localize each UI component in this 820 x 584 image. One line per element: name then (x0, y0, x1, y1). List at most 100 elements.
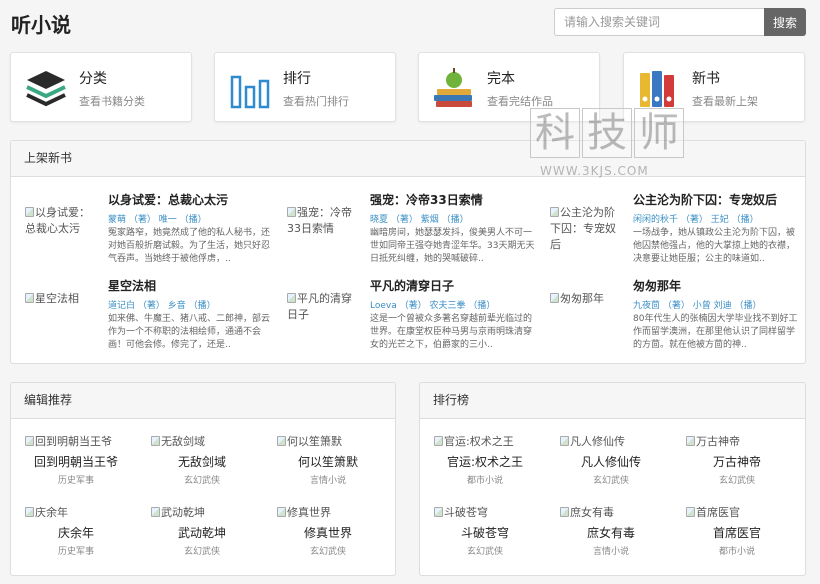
book-title[interactable]: 首席医官 (682, 524, 792, 541)
book-cover-image[interactable]: 庆余年 (21, 504, 131, 522)
recommend-item[interactable]: 无敌剑域 无敌剑域 玄幻武侠 (147, 433, 257, 497)
book-cover-image[interactable]: 何以笙箫默 (273, 433, 383, 451)
broken-image-icon (550, 293, 559, 303)
book-title[interactable]: 何以笙箫默 (273, 453, 383, 470)
broken-image-icon (25, 436, 34, 446)
ranking-panel: 排行榜 官运:权术之王 官运:权术之王 都市小说 凡人修仙传 凡人修仙传 玄幻武… (419, 382, 806, 576)
book-cover-image[interactable]: 匆匆那年 (550, 291, 624, 351)
book-item[interactable]: 公主沦为阶下囚：专宠奴后 公主沦为阶下囚：专宠奴后 闲闲的秋千 （著） 王妃 （… (550, 191, 805, 271)
broken-image-icon (25, 507, 34, 517)
books-apple-icon (434, 68, 472, 107)
book-title[interactable]: 官运:权术之王 (430, 453, 540, 470)
broken-image-icon (434, 507, 443, 517)
book-info: 公主沦为阶下囚：专宠奴后 闲闲的秋千 （著） 王妃 （播） 一场战争，她从镇政公… (633, 191, 803, 266)
book-cover-image[interactable]: 以身试爱：总裁心太污 (25, 205, 99, 265)
book-title[interactable]: 庆余年 (21, 524, 131, 541)
book-title[interactable]: 凡人修仙传 (556, 453, 666, 470)
broken-image-icon (560, 436, 569, 446)
book-info: 匆匆那年 九夜茴 （著） 小曾 刘迪 （播） 80年代生人的张楠因大学毕业找不到… (633, 277, 803, 352)
broken-image-icon (277, 436, 286, 446)
book-cover-image[interactable]: 庶女有毒 (556, 504, 666, 522)
book-author[interactable]: 蒙萌 （著） 唯一 （播） (108, 212, 278, 225)
book-cover-image[interactable]: 首席医官 (682, 504, 792, 522)
book-category: 玄幻武侠 (592, 476, 629, 486)
ranking-item[interactable]: 万古神帝 万古神帝 玄幻武侠 (682, 433, 792, 497)
book-cover-image[interactable]: 平凡的清穿日子 (287, 291, 361, 351)
book-cover-image[interactable]: 星空法相 (25, 291, 99, 351)
recommend-item[interactable]: 修真世界 修真世界 玄幻武侠 (273, 504, 383, 568)
book-title[interactable]: 斗破苍穹 (430, 524, 540, 541)
book-cover-image[interactable]: 万古神帝 (682, 433, 792, 451)
broken-image-icon (550, 207, 559, 217)
book-title[interactable]: 武动乾坤 (147, 524, 257, 541)
book-cover-image[interactable]: 斗破苍穹 (430, 504, 540, 522)
recommend-item[interactable]: 武动乾坤 武动乾坤 玄幻武侠 (147, 504, 257, 568)
ranking-item[interactable]: 官运:权术之王 官运:权术之王 都市小说 (430, 433, 540, 497)
book-description: 80年代生人的张楠因大学毕业找不到好工作而留学澳洲，在那里他认识了同样留学的方茴… (633, 314, 798, 350)
ranking-item[interactable]: 首席医官 首席医官 都市小说 (682, 504, 792, 568)
book-cover-image[interactable]: 公主沦为阶下囚：专宠奴后 (550, 205, 624, 265)
book-item[interactable]: 匆匆那年 匆匆那年 九夜茴 （著） 小曾 刘迪 （播） 80年代生人的张楠因大学… (550, 277, 805, 357)
ranking-item[interactable]: 斗破苍穹 斗破苍穹 玄幻武侠 (430, 504, 540, 568)
recommend-item[interactable]: 何以笙箫默 何以笙箫默 言情小说 (273, 433, 383, 497)
nav-card-new[interactable]: 新书 查看最新上架 (623, 52, 805, 122)
panel-heading: 编辑推荐 (11, 383, 395, 419)
ranking-item[interactable]: 庶女有毒 庶女有毒 言情小说 (556, 504, 666, 568)
book-category: 言情小说 (309, 476, 346, 486)
book-cover-image[interactable]: 回到明朝当王爷 (21, 433, 131, 451)
book-category: 历史军事 (57, 547, 94, 557)
ranking-item[interactable]: 凡人修仙传 凡人修仙传 玄幻武侠 (556, 433, 666, 497)
book-title[interactable]: 庶女有毒 (556, 524, 666, 541)
book-cover-image[interactable]: 凡人修仙传 (556, 433, 666, 451)
nav-card-title: 分类 (79, 71, 107, 87)
broken-image-icon (151, 436, 160, 446)
broken-image-icon (686, 436, 695, 446)
book-cover-image[interactable]: 官运:权术之王 (430, 433, 540, 451)
book-cover-image[interactable]: 修真世界 (273, 504, 383, 522)
book-info: 星空法相 道记白 （著） 乡音 （播） 如来佛、牛魔王、猪八戒、二郎神，部云作为… (108, 277, 278, 352)
book-title[interactable]: 星空法相 (108, 277, 278, 294)
book-author[interactable]: 九夜茴 （著） 小曾 刘迪 （播） (633, 298, 803, 311)
book-category: 玄幻武侠 (718, 476, 755, 486)
book-item[interactable]: 星空法相 星空法相 道记白 （著） 乡音 （播） 如来佛、牛魔王、猪八戒、二郎神… (25, 277, 287, 357)
nav-card-completed[interactable]: 完本 查看完结作品 (418, 52, 600, 122)
book-item[interactable]: 以身试爱：总裁心太污 以身试爱：总裁心太污 蒙萌 （著） 唯一 （播） 冤家路窄… (25, 191, 287, 271)
nav-card-title: 完本 (487, 71, 515, 87)
panel-heading: 排行榜 (420, 383, 805, 419)
broken-image-icon (277, 507, 286, 517)
search-button[interactable]: 搜索 (764, 8, 806, 36)
book-title[interactable]: 公主沦为阶下囚：专宠奴后 (633, 191, 803, 208)
book-title[interactable]: 万古神帝 (682, 453, 792, 470)
book-item[interactable]: 平凡的清穿日子 平凡的清穿日子 Loeva （著） 农夫三拳 （播） 这是一个曾… (287, 277, 549, 357)
search-input[interactable] (554, 8, 764, 36)
book-author[interactable]: 道记白 （著） 乡音 （播） (108, 298, 278, 311)
book-title[interactable]: 无敌剑域 (147, 453, 257, 470)
nav-card-categories[interactable]: 分类 查看书籍分类 (10, 52, 192, 122)
nav-card-title: 排行 (283, 71, 311, 87)
book-category: 玄幻武侠 (183, 476, 220, 486)
nav-card-desc: 查看热门排行 (283, 95, 349, 108)
recommend-item[interactable]: 庆余年 庆余年 历史军事 (21, 504, 131, 568)
book-title[interactable]: 以身试爱：总裁心太污 (108, 191, 278, 208)
book-cover-image[interactable]: 强宠：冷帝33日索情 (287, 205, 361, 265)
bar-chart-icon (230, 75, 270, 109)
recommend-item[interactable]: 回到明朝当王爷 回到明朝当王爷 历史军事 (21, 433, 131, 497)
book-cover-image[interactable]: 武动乾坤 (147, 504, 257, 522)
book-title[interactable]: 修真世界 (273, 524, 383, 541)
book-author[interactable]: Loeva （著） 农夫三拳 （播） (370, 298, 540, 311)
nav-card-ranking[interactable]: 排行 查看热门排行 (214, 52, 396, 122)
book-description: 这是一个曾被众多著名穿越前辈光临过的世界。在康堂权臣种马男与京雨明珠清穿女的光芒… (370, 314, 533, 350)
book-title[interactable]: 回到明朝当王爷 (21, 453, 131, 470)
book-cover-image[interactable]: 无敌剑域 (147, 433, 257, 451)
book-title[interactable]: 匆匆那年 (633, 277, 803, 294)
broken-image-icon (151, 507, 160, 517)
book-description: 如来佛、牛魔王、猪八戒、二郎神，部云作为一个不称职的法相绘师，通通不会画！可他会… (108, 314, 271, 350)
book-item[interactable]: 强宠：冷帝33日索情 强宠：冷帝33日索情 晓夏 （著） 紫烟 （播） 幽暗房间… (287, 191, 549, 271)
header: 听小说 搜索 (0, 0, 820, 46)
book-title[interactable]: 强宠：冷帝33日索情 (370, 191, 540, 208)
book-author[interactable]: 闲闲的秋千 （著） 王妃 （播） (633, 212, 803, 225)
site-logo[interactable]: 听小说 (11, 9, 71, 38)
book-author[interactable]: 晓夏 （著） 紫烟 （播） (370, 212, 540, 225)
broken-image-icon (25, 207, 34, 217)
book-title[interactable]: 平凡的清穿日子 (370, 277, 540, 294)
